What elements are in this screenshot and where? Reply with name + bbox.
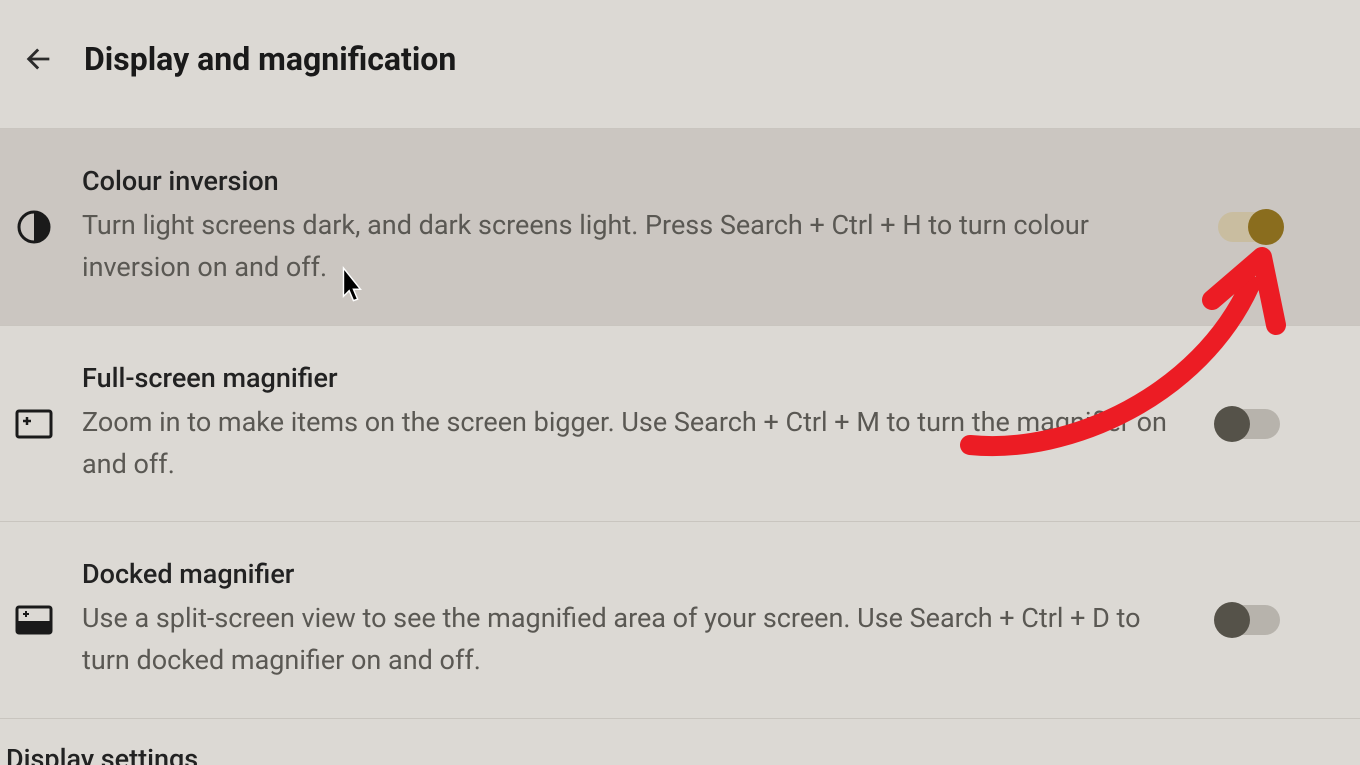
setting-row-docked-magnifier[interactable]: Docked magnifier Use a split-screen view…	[0, 521, 1360, 718]
setting-text: Docked magnifier Use a split-screen view…	[82, 558, 1192, 682]
setting-title: Docked magnifier	[82, 558, 1172, 590]
link-title: Display settings	[6, 743, 1340, 765]
toggle-knob	[1214, 602, 1250, 638]
setting-row-colour-inversion[interactable]: Colour inversion Turn light screens dark…	[0, 128, 1360, 325]
setting-description: Zoom in to make items on the screen bigg…	[82, 402, 1172, 486]
setting-title: Colour inversion	[82, 165, 1172, 197]
setting-description: Use a split-screen view to see the magni…	[82, 598, 1172, 682]
settings-page: Display and magnification Colour inversi…	[0, 0, 1360, 765]
fullscreen-magnifier-icon	[12, 409, 56, 439]
chevron-right-icon: ▸	[1311, 759, 1320, 765]
docked-magnifier-icon	[12, 605, 56, 635]
setting-row-fullscreen-magnifier[interactable]: Full-screen magnifier Zoom in to make it…	[0, 325, 1360, 522]
toggle-knob	[1214, 406, 1250, 442]
page-title: Display and magnification	[84, 40, 456, 78]
contrast-icon	[12, 209, 56, 245]
link-row-display-settings[interactable]: Display settings Change display size to …	[0, 718, 1360, 765]
setting-text: Colour inversion Turn light screens dark…	[82, 165, 1192, 289]
toggle-knob	[1248, 209, 1284, 245]
setting-description: Turn light screens dark, and dark screen…	[82, 205, 1172, 289]
toggle-colour-inversion[interactable]	[1218, 212, 1280, 242]
arrow-left-icon	[21, 42, 55, 76]
toggle-docked-magnifier[interactable]	[1218, 605, 1280, 635]
back-button[interactable]	[20, 41, 56, 77]
page-header: Display and magnification	[0, 0, 1360, 128]
setting-title: Full-screen magnifier	[82, 362, 1172, 394]
toggle-fullscreen-magnifier[interactable]	[1218, 409, 1280, 439]
setting-text: Full-screen magnifier Zoom in to make it…	[82, 362, 1192, 486]
